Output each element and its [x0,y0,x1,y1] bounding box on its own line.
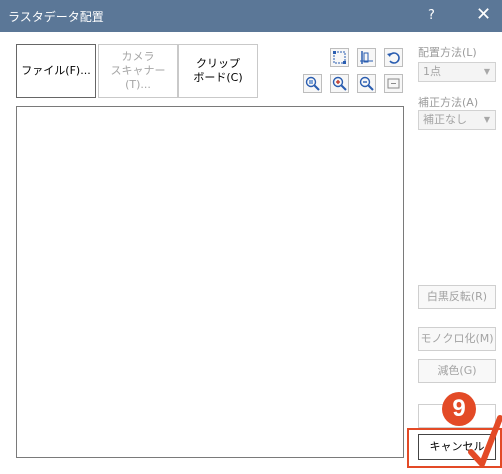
placement-method-select[interactable]: 1点 ▼ [418,62,496,82]
placement-method-label: 配置方法(L) [418,46,477,59]
camera-scanner-button[interactable]: カメラ スキャナー(T)... [98,44,178,98]
clipboard-label-line1: クリップ [196,57,240,70]
raster-placement-dialog: ラスタデータ配置 ? ✕ ファイル(F)... カメラ スキャナー(T)... … [0,0,502,474]
correction-method-value: 補正なし [423,113,467,126]
file-button[interactable]: ファイル(F)... [16,44,96,98]
help-button[interactable]: ? [428,8,435,23]
close-button[interactable]: ✕ [476,5,491,25]
align-icon[interactable] [357,48,376,67]
undo-icon[interactable] [384,48,403,67]
invert-button[interactable]: 白黒反転(R) [418,285,496,309]
camera-label-line2: スキャナー(T)... [110,64,166,91]
placement-method-value: 1点 [423,65,441,78]
monochrome-button[interactable]: モノクロ化(M) [418,327,496,351]
zoom-in-icon[interactable] [330,74,349,93]
zoom-out-icon[interactable] [357,74,376,93]
title-bar: ラスタデータ配置 ? ✕ [0,0,502,32]
zoom-fit-icon[interactable] [303,74,322,93]
preview-canvas[interactable] [16,106,404,458]
checkmark-icon [468,415,502,467]
file-button-label: ファイル(F)... [21,64,91,77]
actual-size-icon[interactable] [384,74,403,93]
reduce-color-button[interactable]: 減色(G) [418,359,496,383]
chevron-down-icon: ▼ [483,67,491,76]
clipboard-label-line2: ボード(C) [193,71,243,84]
correction-method-label: 補正方法(A) [418,96,479,109]
correction-method-select[interactable]: 補正なし ▼ [418,110,496,130]
fit-page-icon[interactable] [330,48,349,67]
window-title: ラスタデータ配置 [8,10,104,24]
chevron-down-icon: ▼ [483,115,491,124]
clipboard-button[interactable]: クリップ ボード(C) [178,44,258,98]
camera-label-line1: カメラ [121,50,155,63]
